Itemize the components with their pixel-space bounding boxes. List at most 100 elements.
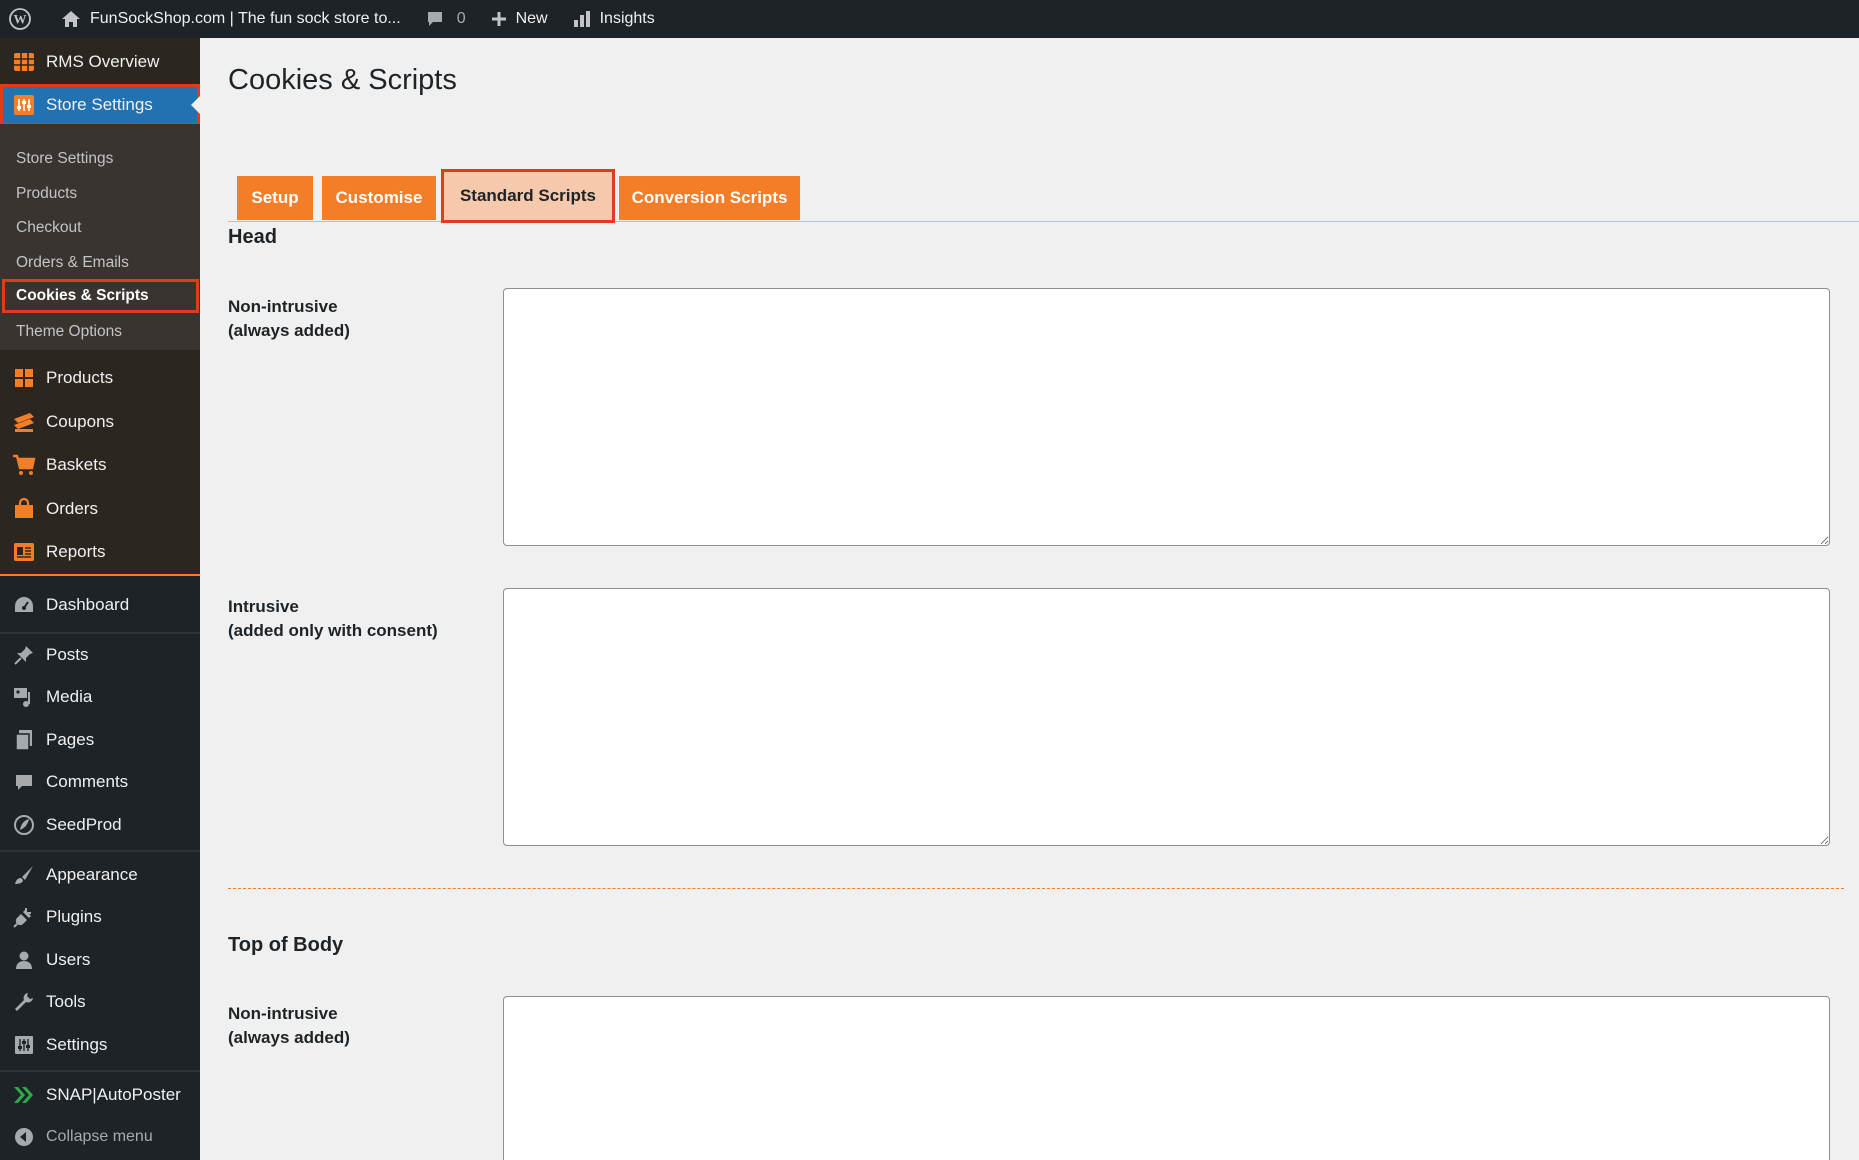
collapse-menu-button[interactable]: Collapse menu (0, 1116, 200, 1158)
menu-item-seedprod[interactable]: SeedProd (0, 804, 200, 846)
new-content-link[interactable]: New (478, 0, 560, 38)
store-settings-submenu: Store Settings Products Checkout Orders … (0, 124, 200, 350)
wordpress-logo-icon[interactable]: W (0, 0, 48, 38)
field-label-line: (always added) (228, 1028, 350, 1047)
insights-link[interactable]: Insights (560, 0, 667, 38)
menu-item-label: Dashboard (46, 595, 130, 614)
menu-item-snap-autoposter[interactable]: SNAP|AutoPoster (0, 1074, 200, 1116)
comment-icon (427, 12, 442, 26)
menu-item-label: Baskets (46, 455, 107, 474)
menu-item-plugins[interactable]: Plugins (0, 896, 200, 938)
submenu-item-cookies-scripts[interactable]: Cookies & Scripts (2, 279, 199, 313)
menu-item-dashboard[interactable]: Dashboard (0, 584, 200, 626)
report-icon (12, 540, 36, 564)
arrows-icon (12, 1083, 36, 1107)
wrench-icon (12, 990, 36, 1014)
menu-item-media[interactable]: Media (0, 676, 200, 718)
svg-text:W: W (14, 12, 27, 27)
menu-item-rms-overview[interactable]: RMS Overview (0, 41, 200, 83)
insights-label: Insights (599, 10, 655, 27)
tab-conversion-scripts[interactable]: Conversion Scripts (619, 176, 800, 220)
table-grid-icon (12, 50, 36, 74)
media-icon (12, 685, 36, 709)
field-label-body-non-intrusive: Non-intrusive (always added) (228, 1002, 350, 1050)
field-label-line: Non-intrusive (228, 1004, 338, 1023)
admin-sidebar: RMS Overview Store Settings Store Settin… (0, 38, 200, 1160)
menu-separator (0, 1070, 200, 1072)
home-icon (62, 11, 80, 27)
section-title-top-of-body: Top of Body (228, 934, 344, 956)
tab-customise[interactable]: Customise (322, 176, 436, 220)
menu-item-label: Orders (46, 499, 98, 518)
menu-item-comments[interactable]: Comments (0, 761, 200, 803)
submenu-item-products[interactable]: Products (0, 177, 200, 211)
grid-icon (12, 366, 36, 390)
collapse-icon (12, 1125, 36, 1149)
menu-item-posts[interactable]: Posts (0, 634, 200, 676)
pin-icon (12, 643, 36, 667)
menu-item-label: Tools (46, 992, 86, 1011)
menu-item-tools[interactable]: Tools (0, 981, 200, 1023)
menu-item-appearance[interactable]: Appearance (0, 854, 200, 896)
bag-icon (12, 497, 36, 521)
menu-item-label: Plugins (46, 907, 102, 926)
menu-item-label: SeedProd (46, 815, 122, 834)
submenu-item-checkout[interactable]: Checkout (0, 211, 200, 245)
comments-count: 0 (456, 10, 466, 27)
dashboard-icon (12, 593, 36, 617)
menu-item-label: Pages (46, 730, 95, 749)
site-name-label: FunSockShop.com | The fun sock store to.… (90, 10, 401, 27)
body-non-intrusive-textarea[interactable] (503, 996, 1830, 1160)
field-label-head-intrusive: Intrusive (added only with consent) (228, 595, 438, 643)
tab-standard-scripts[interactable]: Standard Scripts (441, 169, 615, 223)
head-intrusive-textarea[interactable] (503, 588, 1830, 846)
field-label-head-non-intrusive: Non-intrusive (always added) (228, 295, 350, 343)
bar-chart-icon (573, 11, 590, 27)
menu-item-label: SNAP|AutoPoster (46, 1085, 181, 1104)
menu-item-label: Users (46, 950, 91, 969)
section-title-head: Head (228, 226, 277, 248)
submenu-item-orders-emails[interactable]: Orders & Emails (0, 246, 200, 280)
menu-separator (0, 850, 200, 852)
coupon-icon (12, 410, 36, 434)
menu-item-label: Media (46, 687, 93, 706)
menu-item-users[interactable]: Users (0, 939, 200, 981)
page-title: Cookies & Scripts (228, 64, 457, 96)
field-label-line: Intrusive (228, 597, 299, 616)
menu-item-label: Settings (46, 1035, 108, 1054)
settings-sliders-icon (12, 1033, 36, 1057)
menu-item-settings[interactable]: Settings (0, 1024, 200, 1066)
menu-item-orders[interactable]: Orders (0, 488, 200, 530)
brush-icon (12, 863, 36, 887)
comments-link[interactable]: 0 (413, 0, 478, 38)
menu-item-label: Appearance (46, 865, 138, 884)
menu-item-coupons[interactable]: Coupons (0, 401, 200, 443)
pages-icon (12, 728, 36, 752)
head-non-intrusive-textarea[interactable] (503, 288, 1830, 546)
site-name-link[interactable]: FunSockShop.com | The fun sock store to.… (48, 0, 413, 38)
settings-sliders-icon (12, 93, 36, 117)
menu-item-pages[interactable]: Pages (0, 719, 200, 761)
menu-item-rms-products[interactable]: Products (0, 357, 200, 399)
user-icon (12, 948, 36, 972)
submenu-item-theme-options[interactable]: Theme Options (0, 315, 200, 349)
plug-icon (12, 905, 36, 929)
admin-bar: W FunSockShop.com | The fun sock store t… (0, 0, 1859, 38)
menu-item-label: Products (46, 368, 114, 387)
menu-item-baskets[interactable]: Baskets (0, 444, 200, 486)
submenu-item-store-settings[interactable]: Store Settings (0, 142, 200, 176)
menu-item-label: Reports (46, 542, 106, 561)
main-content: Cookies & Scripts Setup Customise Standa… (200, 38, 1859, 1160)
section-divider (228, 888, 1844, 889)
menu-item-reports[interactable]: Reports (0, 531, 200, 573)
comment-icon (12, 770, 36, 794)
menu-item-label: Comments (46, 772, 129, 791)
tab-bar: Setup Customise Standard Scripts Convers… (228, 136, 1859, 223)
menu-item-label: Store Settings (46, 95, 153, 114)
menu-item-label: Posts (46, 645, 89, 664)
menu-item-label: Collapse menu (46, 1128, 153, 1145)
tab-setup[interactable]: Setup (237, 176, 313, 220)
new-label: New (515, 10, 548, 27)
menu-item-store-settings[interactable]: Store Settings (0, 84, 200, 126)
field-label-line: (added only with consent) (228, 621, 438, 640)
